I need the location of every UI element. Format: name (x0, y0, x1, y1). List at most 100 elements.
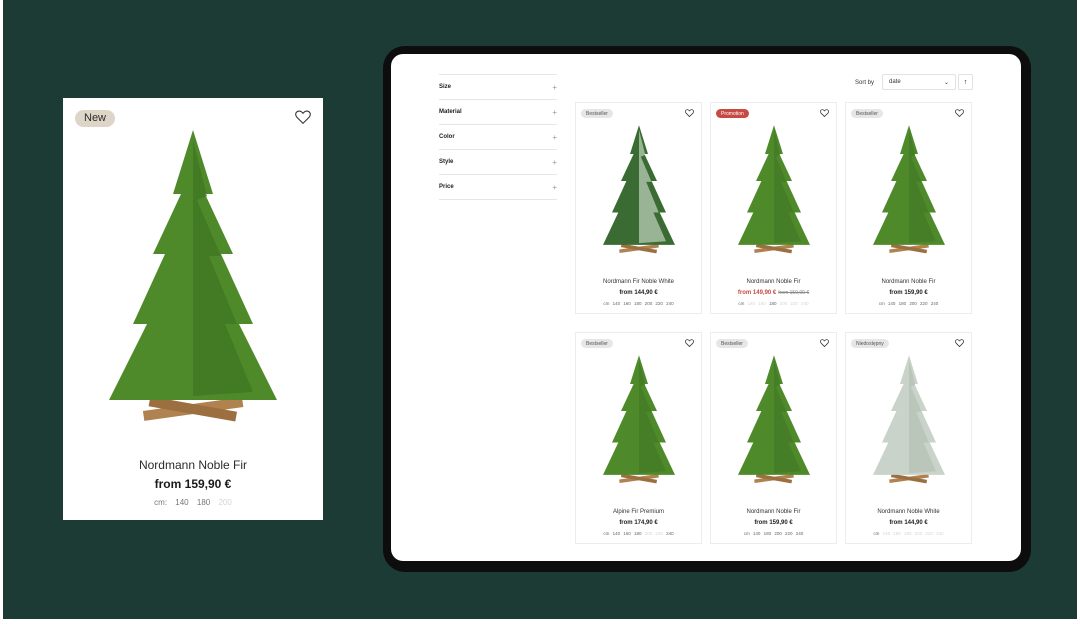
size-option[interactable]: 200 (909, 301, 917, 306)
size-option[interactable]: 220 (655, 301, 663, 306)
filter-color[interactable]: Color + (439, 124, 557, 149)
size-option-unavailable: 240 (936, 531, 944, 536)
product-name[interactable]: Nordmann Fir Noble White (576, 279, 701, 285)
size-option[interactable]: 140 (753, 531, 761, 536)
product-price: from 159,90 € (711, 520, 836, 526)
chevron-down-icon: ⌄ (943, 79, 949, 86)
tablet-screen: Size + Material + Color + Style + Price + Sor… (391, 54, 1021, 561)
size-option[interactable]: 140 (888, 301, 896, 306)
tree-image (738, 125, 810, 254)
product-name[interactable]: Alpine Fir Premium (576, 509, 701, 515)
size-option[interactable]: 140 (613, 531, 621, 536)
size-option[interactable]: 200 (645, 301, 653, 306)
filter-size[interactable]: Size + (439, 74, 557, 99)
product-price: from 149,90 € from 159,90 € (711, 290, 836, 296)
heart-icon[interactable] (820, 339, 829, 347)
heart-icon[interactable] (295, 110, 311, 124)
sort-label: Sort by (855, 80, 875, 86)
product-card[interactable]: Bestseller Nordmann Noble Fir from 159,90 … (710, 332, 837, 544)
size-option[interactable]: 180 (769, 301, 777, 306)
filter-material[interactable]: Material + (439, 99, 557, 124)
size-option[interactable]: 200 (774, 531, 782, 536)
size-option-unavailable: 180 (903, 531, 912, 536)
size-option[interactable]: 240 (666, 301, 674, 306)
sort-direction-button[interactable]: ↑ (958, 74, 973, 90)
current-price: from 149,90 € (737, 290, 777, 296)
product-name[interactable]: Nordmann Noble Fir (711, 279, 836, 285)
size-option[interactable]: 240 (931, 301, 939, 306)
product-card[interactable]: Promotion Nordmann Noble Fir from 149,90 €… (710, 102, 837, 314)
size-option[interactable]: 160 (623, 531, 631, 536)
product-price: from 144,90 € (576, 290, 701, 296)
arrow-up-icon: ↑ (963, 78, 968, 86)
size-option-unavailable: 200 (914, 531, 923, 536)
heart-icon[interactable] (955, 109, 964, 117)
size-option[interactable]: 180 (899, 301, 907, 306)
size-option-unavailable: 140 (747, 301, 756, 306)
current-price: from 174,90 € (619, 520, 658, 526)
product-card[interactable]: Bestseller Alpine Fir Premium from 174,90 … (575, 332, 702, 544)
filter-label: Material (439, 109, 462, 115)
size-option-unavailable: 240 (801, 301, 809, 306)
size-option-unavailable: 200 (644, 531, 653, 536)
plus-icon: + (552, 107, 557, 117)
sizes-label: cm (873, 531, 880, 536)
product-card[interactable]: Bestseller Nordmann Fir Noble White from 1… (575, 102, 702, 314)
heart-icon[interactable] (685, 109, 694, 117)
product-name[interactable]: Nordmann Noble White (846, 509, 971, 515)
current-price: from 159,90 € (754, 520, 793, 526)
size-option[interactable]: 160 (623, 301, 631, 306)
size-list: cm 140 180 200 220 240 (711, 531, 836, 536)
product-card[interactable]: Niedostępny Nordmann Noble White from 144,… (845, 332, 972, 544)
size-option[interactable]: 220 (785, 531, 793, 536)
size-option-unavailable: 200 (779, 301, 788, 306)
size-option[interactable]: 180 (197, 498, 210, 507)
size-option-unavailable: 140 (882, 531, 891, 536)
sizes-label: cm (878, 301, 885, 306)
size-list: cm 140 180 200 220 240 (846, 301, 971, 306)
heart-icon[interactable] (955, 339, 964, 347)
size-option-unavailable: 220 (655, 531, 663, 536)
size-option[interactable]: 220 (920, 301, 928, 306)
tree-image (873, 125, 945, 254)
size-option-unavailable: 160 (758, 301, 766, 306)
filter-label: Size (439, 84, 452, 90)
heart-icon[interactable] (685, 339, 694, 347)
tree-image (873, 355, 945, 484)
tree-image (603, 355, 675, 484)
product-name[interactable]: Nordmann Noble Fir (846, 279, 971, 285)
product-name[interactable]: Nordmann Noble Fir (63, 458, 323, 472)
size-list: cm 140 160 180 200 220 240 (711, 301, 836, 306)
size-option-unavailable: 220 (925, 531, 933, 536)
size-option[interactable]: 140 (613, 301, 621, 306)
sizes-label: cm (603, 301, 610, 306)
size-list: cm 140 160 180 200 220 240 (576, 301, 701, 306)
featured-product-card[interactable]: New Nordmann Noble Fir from 159,90 € cm:… (63, 98, 323, 520)
sizes-label: cm: (154, 498, 168, 507)
sort-select[interactable]: date ⌄ (882, 74, 956, 90)
sizes-label: cm (738, 301, 745, 306)
product-price: from 159,90 € (846, 290, 971, 296)
current-price: from 144,90 € (619, 290, 658, 296)
size-option-unavailable: 220 (790, 301, 798, 306)
tree-image (109, 130, 277, 422)
heart-icon[interactable] (820, 109, 829, 117)
size-option[interactable]: 180 (634, 531, 642, 536)
size-option[interactable]: 180 (764, 531, 772, 536)
size-list: cm: 140 180 200 (63, 498, 323, 507)
size-option[interactable]: 240 (796, 531, 804, 536)
current-price: from 159,90 € (889, 290, 928, 296)
tablet-frame: Size + Material + Color + Style + Price + Sor… (383, 46, 1031, 572)
filter-label: Price (439, 184, 454, 190)
size-list: cm 140 160 180 200 220 240 (846, 531, 971, 536)
plus-icon: + (552, 157, 557, 167)
size-option[interactable]: 180 (634, 301, 642, 306)
filter-label: Style (439, 159, 454, 165)
filter-style[interactable]: Style + (439, 149, 557, 174)
filter-price[interactable]: Price + (439, 174, 557, 200)
product-name[interactable]: Nordmann Noble Fir (711, 509, 836, 515)
size-option[interactable]: 240 (666, 531, 674, 536)
size-option[interactable]: 140 (175, 498, 188, 507)
product-card[interactable]: Bestseller Nordmann Noble Fir from 159,90 … (845, 102, 972, 314)
old-price: from 159,90 € (778, 290, 810, 296)
